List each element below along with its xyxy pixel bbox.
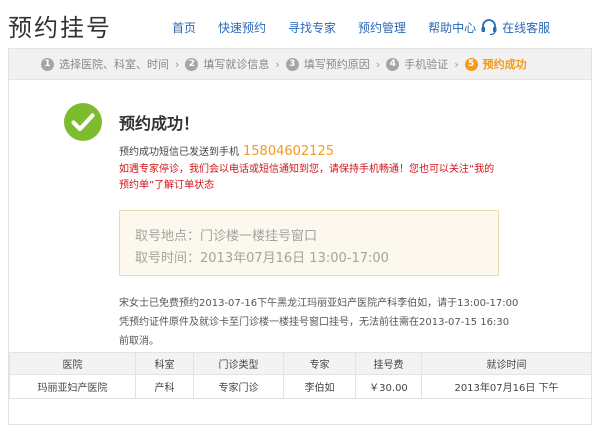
nav-help-center[interactable]: 帮助中心 bbox=[428, 19, 476, 36]
nav-find-expert[interactable]: 寻找专家 bbox=[288, 19, 336, 36]
step-number: 4 bbox=[386, 57, 400, 71]
col-expert: 专家 bbox=[283, 352, 356, 375]
chevron-right-icon: › bbox=[375, 57, 381, 71]
col-fee: 挂号费 bbox=[355, 352, 422, 375]
chevron-right-icon: › bbox=[454, 57, 459, 71]
nav-booking-management[interactable]: 预约管理 bbox=[358, 19, 406, 36]
col-visit-time: 就诊时间 bbox=[421, 352, 592, 375]
nav-quick-booking[interactable]: 快速预约 bbox=[218, 19, 266, 36]
step-1: 1 选择医院、科室、时间 › bbox=[41, 56, 185, 72]
result-panel: 预约成功！ 预约成功短信已发送到手机 15804602125 如遇专家停诊，我们会… bbox=[8, 80, 592, 425]
phone-number: 15804602125 bbox=[243, 144, 334, 159]
nav-home[interactable]: 首页 bbox=[172, 19, 196, 36]
cell-clinic-type: 专家门诊 bbox=[193, 374, 284, 399]
step-label: 填写就诊信息 bbox=[203, 58, 270, 71]
step-4: 4 手机验证 › bbox=[386, 56, 464, 72]
step-number: 1 bbox=[41, 57, 54, 71]
step-label: 选择医院、科室、时间 bbox=[59, 58, 169, 71]
header: 预约挂号 首页 快速预约 寻找专家 预约管理 帮助中心 在线客服 bbox=[0, 0, 600, 48]
chevron-right-icon: › bbox=[175, 57, 180, 71]
progress-steps: 1 选择医院、科室、时间 › 2 填写就诊信息 › 3 填写预约原因 › 4 手… bbox=[8, 48, 592, 80]
col-department: 科室 bbox=[135, 352, 194, 375]
step-3: 3 填写预约原因 › bbox=[285, 56, 386, 72]
step-label: 预约成功 bbox=[482, 58, 527, 71]
pickup-location: 取号地点：门诊楼一楼挂号窗口 bbox=[135, 229, 318, 244]
step-number: 2 bbox=[185, 57, 199, 71]
sms-notice: 预约成功短信已发送到手机 15804602125 bbox=[119, 143, 334, 159]
cell-expert: 李伯如 bbox=[283, 374, 356, 399]
step-5-current: 5 预约成功 bbox=[464, 56, 527, 72]
col-clinic-type: 门诊类型 bbox=[193, 352, 284, 375]
main-nav: 首页 快速预约 寻找专家 预约管理 帮助中心 在线客服 bbox=[172, 18, 550, 36]
stop-warning-text: 如遇专家停诊，我们会以电话或短信通知到您，请保持手机畅通！您也可以关注“我的预约… bbox=[119, 164, 495, 191]
table-row: 玛丽亚妇产医院 产科 专家门诊 李伯如 ￥30.00 2013年07月16日 下… bbox=[9, 374, 592, 399]
cell-department: 产科 bbox=[135, 374, 194, 399]
cell-visit-time: 2013年07月16日 下午 bbox=[421, 374, 592, 399]
page-title: 预约挂号 bbox=[8, 14, 112, 42]
col-hospital: 医院 bbox=[9, 352, 136, 375]
success-title: 预约成功！ bbox=[119, 114, 200, 133]
sms-notice-text: 预约成功短信已发送到手机 bbox=[119, 147, 239, 158]
pickup-time: 取号时间：2013年07月16日 13:00-17:00 bbox=[135, 251, 389, 266]
success-check-icon bbox=[64, 103, 102, 141]
booking-table: 医院 科室 门诊类型 专家 挂号费 就诊时间 玛丽亚妇产医院 产科 专家门诊 李… bbox=[9, 352, 592, 399]
headset-icon bbox=[481, 19, 497, 36]
booking-notice: 宋女士已免费预约2013-07-16下午黑龙江玛丽亚妇产医院产科李伯如，请于13… bbox=[119, 298, 519, 347]
step-number: 3 bbox=[285, 57, 299, 71]
step-2: 2 填写就诊信息 › bbox=[185, 56, 285, 72]
online-service-link[interactable]: 在线客服 bbox=[480, 18, 550, 36]
cell-fee: ￥30.00 bbox=[355, 374, 422, 399]
chevron-right-icon: › bbox=[275, 57, 280, 71]
pickup-info-box: 取号地点：门诊楼一楼挂号窗口 取号时间：2013年07月16日 13:00-17… bbox=[119, 210, 499, 276]
step-label: 填写预约原因 bbox=[303, 58, 370, 71]
online-service-label: 在线客服 bbox=[502, 20, 551, 35]
step-number: 5 bbox=[464, 57, 478, 71]
cell-hospital: 玛丽亚妇产医院 bbox=[9, 374, 136, 399]
table-header-row: 医院 科室 门诊类型 专家 挂号费 就诊时间 bbox=[9, 352, 592, 375]
step-label: 手机验证 bbox=[404, 58, 449, 71]
